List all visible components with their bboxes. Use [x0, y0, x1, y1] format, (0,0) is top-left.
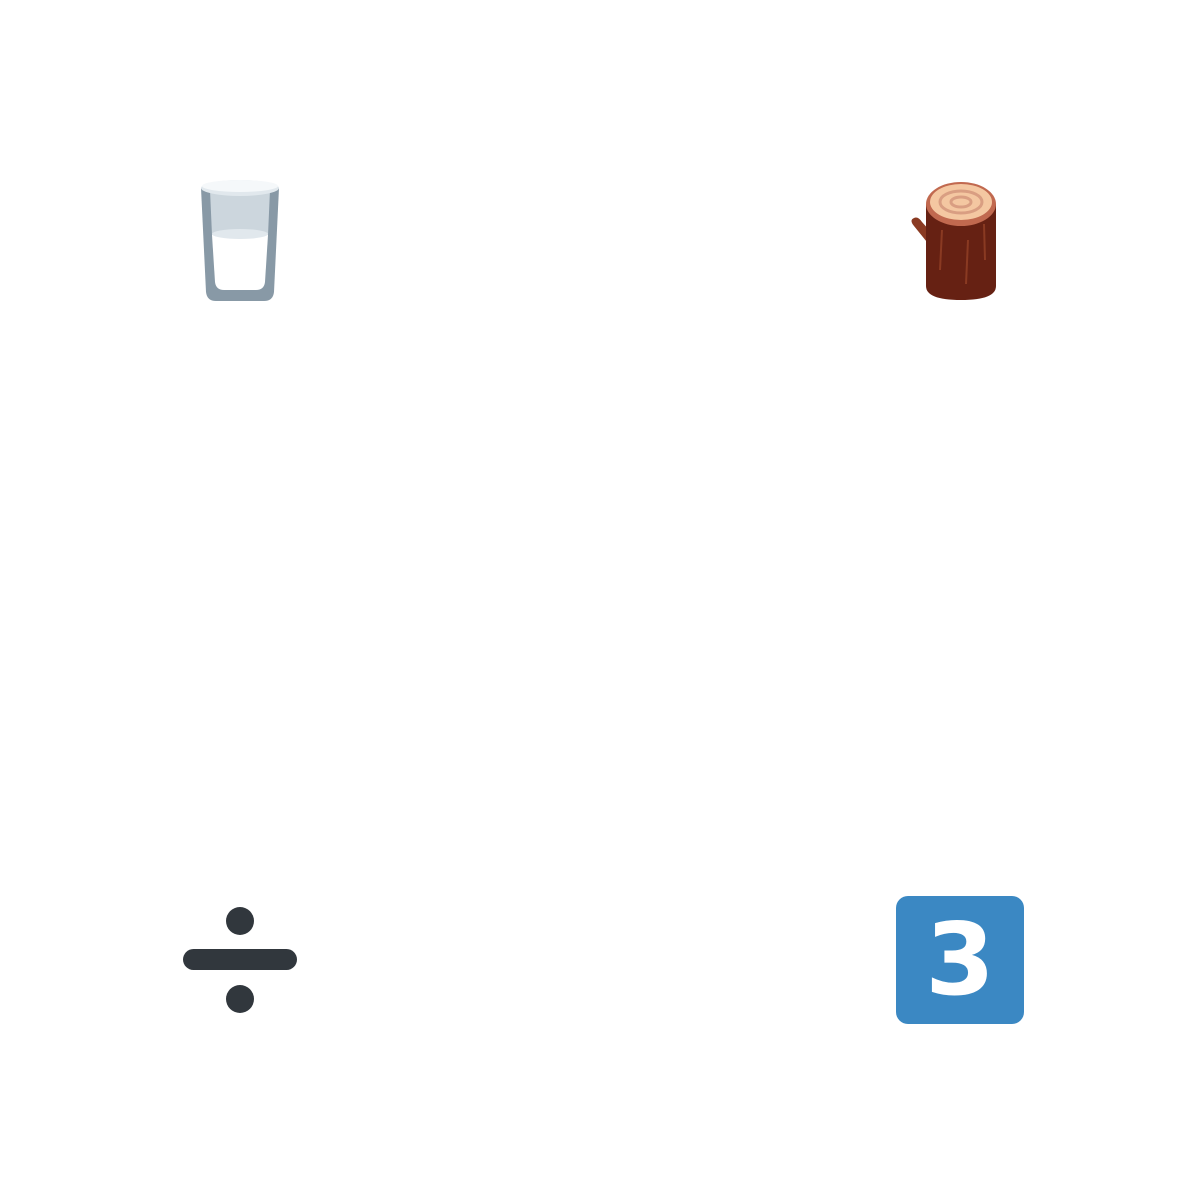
keycap-digit: 3 [925, 901, 995, 1018]
division-sign-icon [183, 907, 297, 1013]
glass-of-milk-icon [201, 180, 279, 301]
wood-log-icon [911, 182, 996, 300]
keycap-digit-three-icon: 3 [896, 896, 1024, 1024]
